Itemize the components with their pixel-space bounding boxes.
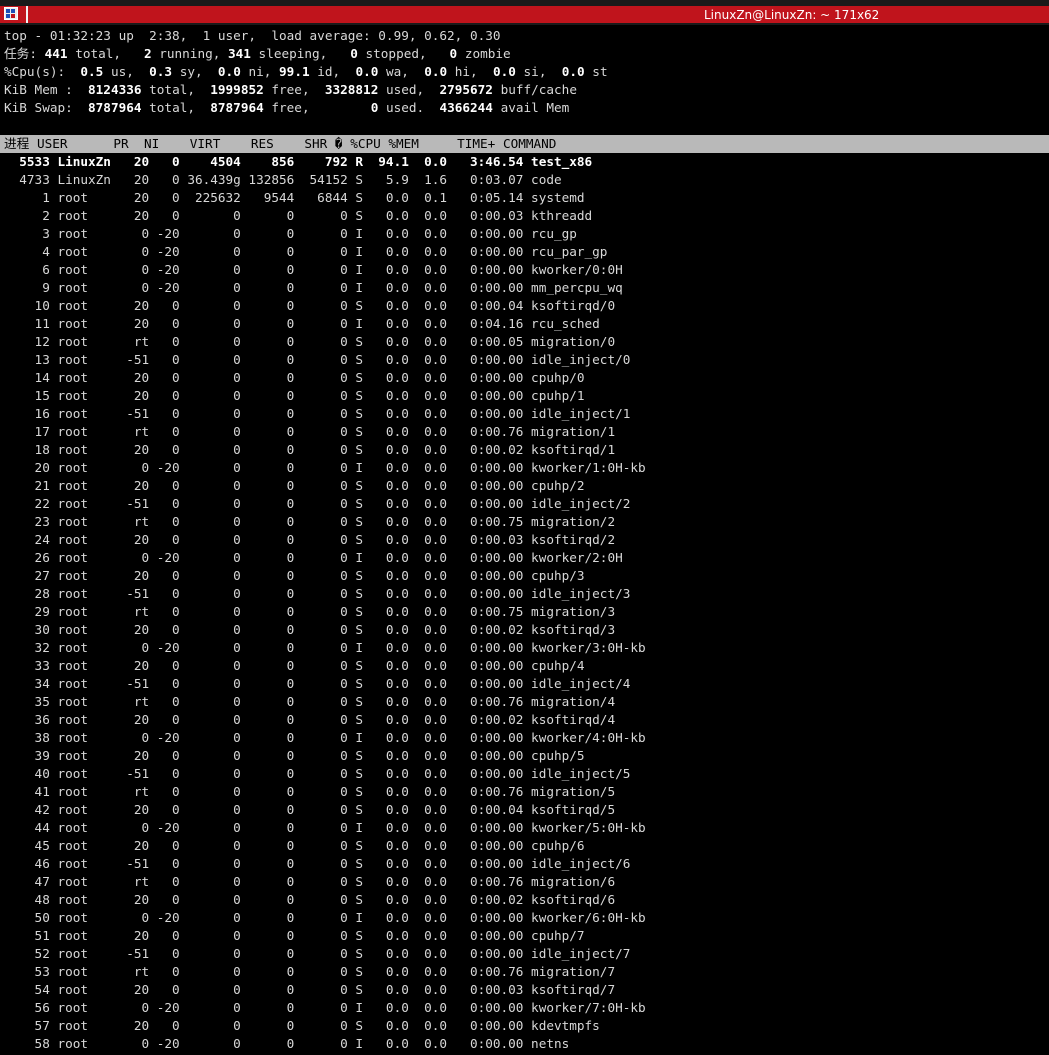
mem-free: 1999852 [210, 82, 264, 97]
process-row: 1 root 20 0 225632 9544 6844 S 0.0 0.1 0… [4, 190, 585, 205]
mem-line: KiB Mem : 8124336 total, 1999852 free, 3… [4, 82, 577, 97]
process-row: 22 root -51 0 0 0 0 S 0.0 0.0 0:00.00 id… [4, 496, 631, 511]
process-row: 23 root rt 0 0 0 0 S 0.0 0.0 0:00.75 mig… [4, 514, 616, 529]
process-row: 24 root 20 0 0 0 0 S 0.0 0.0 0:00.03 kso… [4, 532, 616, 547]
cpu-id: 99.1 [279, 64, 310, 79]
process-row: 50 root 0 -20 0 0 0 I 0.0 0.0 0:00.00 kw… [4, 910, 646, 925]
window-title: LinuxZn@LinuxZn: ~ 171x62 [704, 8, 880, 22]
process-row: 20 root 0 -20 0 0 0 I 0.0 0.0 0:00.00 kw… [4, 460, 646, 475]
process-row: 35 root rt 0 0 0 0 S 0.0 0.0 0:00.76 mig… [4, 694, 616, 709]
process-row: 13 root -51 0 0 0 0 S 0.0 0.0 0:00.00 id… [4, 352, 631, 367]
process-row: 38 root 0 -20 0 0 0 I 0.0 0.0 0:00.00 kw… [4, 730, 646, 745]
tasks-stopped: 0 [350, 46, 358, 61]
process-row: 14 root 20 0 0 0 0 S 0.0 0.0 0:00.00 cpu… [4, 370, 585, 385]
process-row: 3 root 0 -20 0 0 0 I 0.0 0.0 0:00.00 rcu… [4, 226, 577, 241]
process-row: 4733 LinuxZn 20 0 36.439g 132856 54152 S… [4, 172, 562, 187]
process-row: 47 root rt 0 0 0 0 S 0.0 0.0 0:00.76 mig… [4, 874, 616, 889]
process-row: 34 root -51 0 0 0 0 S 0.0 0.0 0:00.00 id… [4, 676, 631, 691]
process-row: 2 root 20 0 0 0 0 S 0.0 0.0 0:00.03 kthr… [4, 208, 593, 223]
process-row: 29 root rt 0 0 0 0 S 0.0 0.0 0:00.75 mig… [4, 604, 616, 619]
process-row: 33 root 20 0 0 0 0 S 0.0 0.0 0:00.00 cpu… [4, 658, 585, 673]
process-row: 40 root -51 0 0 0 0 S 0.0 0.0 0:00.00 id… [4, 766, 631, 781]
cpu-wa: 0.0 [355, 64, 379, 79]
process-row: 11 root 20 0 0 0 0 I 0.0 0.0 0:04.16 rcu… [4, 316, 600, 331]
cpu-label: %Cpu(s): [4, 64, 66, 79]
process-row: 5533 LinuxZn 20 0 4504 856 792 R 94.1 0.… [4, 154, 593, 169]
process-row: 12 root rt 0 0 0 0 S 0.0 0.0 0:00.05 mig… [4, 334, 616, 349]
process-row: 28 root -51 0 0 0 0 S 0.0 0.0 0:00.00 id… [4, 586, 631, 601]
process-row: 41 root rt 0 0 0 0 S 0.0 0.0 0:00.76 mig… [4, 784, 616, 799]
cpu-st: 0.0 [561, 64, 585, 79]
window-titlebar[interactable]: LinuxZn@LinuxZn: ~ 171x62 [0, 0, 1049, 25]
cpu-sy: 0.3 [149, 64, 173, 79]
process-row: 56 root 0 -20 0 0 0 I 0.0 0.0 0:00.00 kw… [4, 1000, 646, 1015]
mem-total: 8124336 [88, 82, 142, 97]
process-row: 9 root 0 -20 0 0 0 I 0.0 0.0 0:00.00 mm_… [4, 280, 623, 295]
process-row: 44 root 0 -20 0 0 0 I 0.0 0.0 0:00.00 kw… [4, 820, 646, 835]
process-row: 10 root 20 0 0 0 0 S 0.0 0.0 0:00.04 kso… [4, 298, 616, 313]
mem-used: 3328812 [324, 82, 379, 97]
mem-buff: 2795672 [439, 82, 493, 97]
cpu-hi: 0.0 [424, 64, 448, 79]
process-row: 32 root 0 -20 0 0 0 I 0.0 0.0 0:00.00 kw… [4, 640, 646, 655]
process-row: 18 root 20 0 0 0 0 S 0.0 0.0 0:00.02 kso… [4, 442, 616, 457]
swap-free: 8787964 [210, 100, 264, 115]
swap-line: KiB Swap: 8787964 total, 8787964 free, 0… [4, 100, 570, 115]
swap-avail: 4366244 [439, 100, 493, 115]
process-row: 4 root 0 -20 0 0 0 I 0.0 0.0 0:00.00 rcu… [4, 244, 608, 259]
process-row: 17 root rt 0 0 0 0 S 0.0 0.0 0:00.76 mig… [4, 424, 616, 439]
terminal-output[interactable]: top - 01:32:23 up 2:38, 1 user, load ave… [0, 27, 1049, 1053]
uptime-line: top - 01:32:23 up 2:38, 1 user, load ave… [4, 28, 501, 43]
titlebar-separator [26, 6, 28, 23]
swap-label: KiB Swap: [4, 100, 73, 115]
mem-label: KiB Mem : [4, 82, 73, 97]
cpu-us: 0.5 [80, 64, 104, 79]
tasks-label: 任务: [4, 46, 38, 61]
cpu-line: %Cpu(s): 0.5 us, 0.3 sy, 0.0 ni, 99.1 id… [4, 64, 608, 79]
process-row: 21 root 20 0 0 0 0 S 0.0 0.0 0:00.00 cpu… [4, 478, 585, 493]
terminal-app-icon [4, 7, 18, 20]
swap-total: 8787964 [88, 100, 142, 115]
titlebar-background [0, 6, 1049, 23]
tasks-line: 任务: 441 total, 2 running, 341 sleeping, … [4, 46, 511, 61]
process-table-body: 5533 LinuxZn 20 0 4504 856 792 R 94.1 0.… [4, 153, 1049, 1053]
process-row: 16 root -51 0 0 0 0 S 0.0 0.0 0:00.00 id… [4, 406, 631, 421]
cpu-ni: 0.0 [217, 64, 241, 79]
process-row: 42 root 20 0 0 0 0 S 0.0 0.0 0:00.04 kso… [4, 802, 616, 817]
tasks-running: 2 [143, 46, 152, 61]
process-row: 53 root rt 0 0 0 0 S 0.0 0.0 0:00.76 mig… [4, 964, 616, 979]
process-row: 39 root 20 0 0 0 0 S 0.0 0.0 0:00.00 cpu… [4, 748, 585, 763]
process-row: 36 root 20 0 0 0 0 S 0.0 0.0 0:00.02 kso… [4, 712, 616, 727]
process-row: 57 root 20 0 0 0 0 S 0.0 0.0 0:00.00 kde… [4, 1018, 600, 1033]
process-row: 30 root 20 0 0 0 0 S 0.0 0.0 0:00.02 kso… [4, 622, 616, 637]
process-row: 15 root 20 0 0 0 0 S 0.0 0.0 0:00.00 cpu… [4, 388, 585, 403]
tasks-sleeping: 341 [228, 46, 251, 61]
process-row: 26 root 0 -20 0 0 0 I 0.0 0.0 0:00.00 kw… [4, 550, 623, 565]
process-row: 6 root 0 -20 0 0 0 I 0.0 0.0 0:00.00 kwo… [4, 262, 623, 277]
process-row: 58 root 0 -20 0 0 0 I 0.0 0.0 0:00.00 ne… [4, 1036, 570, 1051]
process-table-header[interactable]: 进程 USER PR NI VIRT RES SHR � %CPU %MEM T… [0, 135, 1049, 153]
tasks-total: 441 [44, 46, 68, 61]
process-row: 46 root -51 0 0 0 0 S 0.0 0.0 0:00.00 id… [4, 856, 631, 871]
process-row: 51 root 20 0 0 0 0 S 0.0 0.0 0:00.00 cpu… [4, 928, 585, 943]
cpu-si: 0.0 [492, 64, 516, 79]
process-row: 27 root 20 0 0 0 0 S 0.0 0.0 0:00.00 cpu… [4, 568, 585, 583]
process-row: 45 root 20 0 0 0 0 S 0.0 0.0 0:00.00 cpu… [4, 838, 585, 853]
process-row: 52 root -51 0 0 0 0 S 0.0 0.0 0:00.00 id… [4, 946, 631, 961]
process-row: 48 root 20 0 0 0 0 S 0.0 0.0 0:00.02 kso… [4, 892, 616, 907]
process-row: 54 root 20 0 0 0 0 S 0.0 0.0 0:00.03 kso… [4, 982, 616, 997]
